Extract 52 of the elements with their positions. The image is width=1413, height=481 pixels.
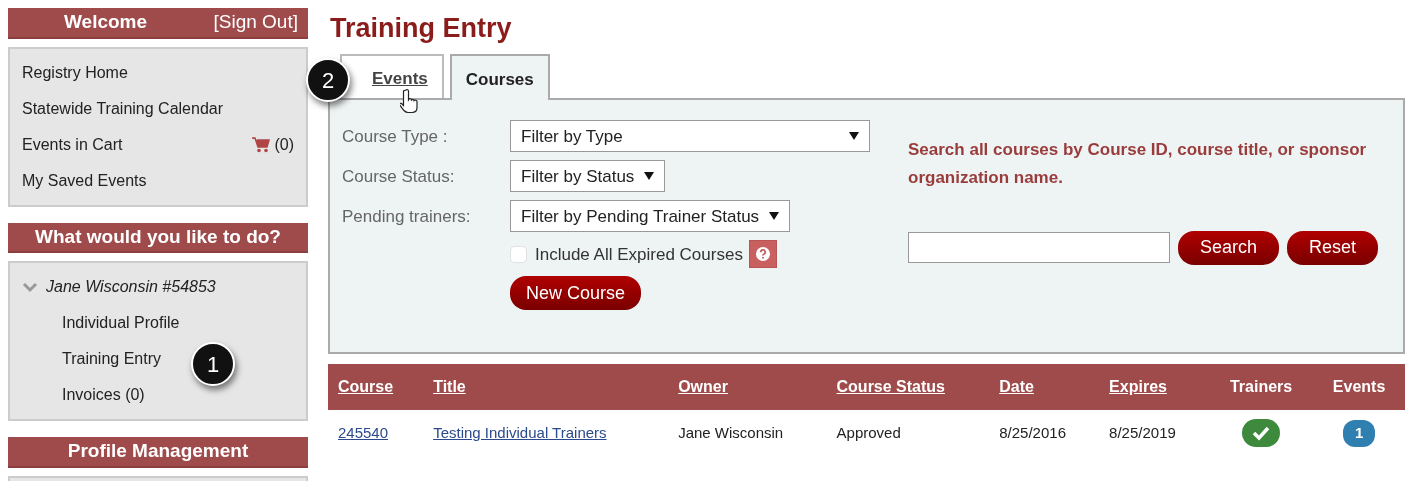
check-icon bbox=[1242, 419, 1281, 448]
chevron-icon[interactable] bbox=[22, 281, 38, 293]
table-cell: 8/25/2016 bbox=[989, 410, 1100, 457]
column-header[interactable]: Owner bbox=[668, 364, 827, 411]
table-cell: 8/25/2019 bbox=[1099, 410, 1209, 457]
filter-dropdown[interactable]: Filter by Type bbox=[510, 120, 870, 153]
step-callout: 1 bbox=[191, 342, 235, 386]
dropdown-arrow-icon bbox=[644, 172, 655, 181]
cart-count: (0) bbox=[274, 134, 294, 155]
filter-dropdown[interactable]: Filter by Pending Trainer Status bbox=[510, 200, 791, 233]
table-cell: Approved bbox=[826, 410, 990, 457]
filter-dropdown[interactable]: Filter by Status bbox=[510, 160, 666, 193]
column-header[interactable]: Date bbox=[989, 364, 1100, 411]
checkbox-label: Include All Expired Courses bbox=[535, 243, 743, 266]
action-button[interactable]: Reset bbox=[1287, 230, 1379, 265]
section-header: What would you like to do? bbox=[8, 222, 308, 253]
cart-icon bbox=[252, 136, 271, 153]
search-hint: Search all courses by Course ID, course title, or sponsor organization name. bbox=[908, 139, 1368, 189]
filter-label: Course Status: bbox=[342, 166, 456, 189]
section-header: Profile Management bbox=[8, 437, 308, 468]
menu-link[interactable]: Events in Cart bbox=[22, 126, 123, 163]
column-header[interactable]: Course bbox=[328, 364, 424, 411]
table-cell: Jane Wisconsin bbox=[668, 410, 827, 457]
person-name[interactable]: Jane Wisconsin #54853 bbox=[46, 269, 216, 305]
welcome-title: Welcome bbox=[64, 10, 148, 34]
table-link[interactable]: 245540 bbox=[338, 424, 389, 442]
menu-link[interactable]: Training Entry bbox=[62, 341, 161, 377]
page-title: Training Entry bbox=[330, 12, 513, 45]
menu-link[interactable]: Registry Home bbox=[22, 54, 294, 91]
help-icon[interactable] bbox=[748, 240, 777, 269]
search-field[interactable] bbox=[908, 232, 1170, 264]
hand-cursor-icon bbox=[400, 88, 420, 115]
column-header[interactable]: Course Status bbox=[826, 364, 990, 411]
menu-link[interactable]: Statewide Training Calendar bbox=[22, 90, 294, 127]
column-header[interactable]: Expires bbox=[1099, 364, 1209, 411]
dropdown-arrow-icon bbox=[769, 212, 780, 221]
sign-out-link[interactable]: [Sign Out] bbox=[213, 8, 298, 37]
column-header: Events bbox=[1313, 364, 1405, 411]
menu-link[interactable]: Individual Profile bbox=[62, 305, 180, 341]
menu-link[interactable]: My Saved Events bbox=[22, 162, 294, 199]
checkbox[interactable] bbox=[510, 245, 527, 263]
action-button[interactable]: Search bbox=[1178, 230, 1280, 265]
menu-link[interactable]: Invoices (0) bbox=[62, 377, 145, 413]
tab[interactable]: Courses bbox=[449, 54, 550, 101]
new-course-button[interactable]: New Course bbox=[510, 276, 642, 311]
table-link[interactable]: Testing Individual Trainers bbox=[433, 424, 607, 442]
column-header: Trainers bbox=[1208, 364, 1314, 411]
filter-label: Course Type : bbox=[342, 126, 449, 149]
dropdown-arrow-icon bbox=[849, 132, 859, 141]
column-header[interactable]: Title bbox=[423, 364, 669, 411]
count-badge[interactable]: 1 bbox=[1342, 420, 1376, 447]
filter-label: Pending trainers: bbox=[342, 206, 472, 229]
